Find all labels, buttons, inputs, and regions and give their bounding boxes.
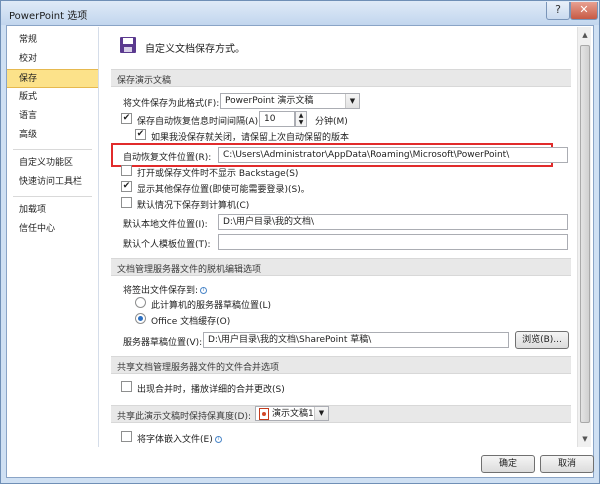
minutes-spinner[interactable]: ▲ ▼ [295,111,307,127]
title-bar: PowerPoint 选项 ? ✕ [1,1,599,25]
save-format-select[interactable]: PowerPoint 演示文稿 ▼ [220,93,360,109]
checkout-label: 将签出文件保存到: i [123,283,208,296]
autorecover-label: 保存自动恢复信息时间间隔(A) [137,117,259,127]
radio-server-drafts[interactable] [135,297,146,308]
options-content: 自定义文档保存方式。 保存演示文稿 将文件保存为此格式(F): PowerPoi… [105,27,577,447]
options-dialog: PowerPoint 选项 ? ✕ 常规 校对 保存 版式 语言 高级 自定义功… [0,0,600,484]
sidebar-item-trust-center[interactable]: 信任中心 [7,220,98,239]
page-title: 自定义文档保存方式。 [145,44,245,55]
sidebar-divider [13,149,92,150]
save-icon [120,37,136,53]
keep-last-version-checkbox[interactable]: ✔ [135,129,146,140]
radio-document-cache-label: Office 文档缓存(O) [151,317,231,327]
show-other-locations-checkbox[interactable]: ✔ [121,181,132,192]
default-local-label: 默认本地文件位置(I): [123,220,208,230]
window-title: PowerPoint 选项 [9,11,88,22]
default-local-input[interactable]: D:\用户目录\我的文档\ [218,214,568,230]
backstage-label: 打开或保存文件时不显示 Backstage(S) [137,169,299,179]
content-scrollbar[interactable]: ▲ ▼ [577,27,591,447]
powerpoint-doc-icon [259,408,269,420]
fidelity-document-select[interactable]: 演示文稿1 ▼ [255,406,329,421]
section-save-presentations: 保存演示文稿 [111,69,571,87]
sidebar-divider [13,196,92,197]
keep-last-version-label: 如果我没保存就关闭，请保留上次自动保留的版本 [151,133,350,143]
embed-fonts-text: 将字体嵌入文件(E) [137,435,213,445]
info-icon: i [214,436,222,443]
server-drafts-input[interactable]: D:\用户目录\我的文档\SharePoint 草稿\ [203,332,509,348]
close-button[interactable]: ✕ [570,2,598,20]
chevron-down-icon: ▼ [314,407,328,420]
options-sidebar: 常规 校对 保存 版式 语言 高级 自定义功能区 快速访问工具栏 加载项 信任中… [7,27,99,447]
default-computer-checkbox[interactable] [121,197,132,208]
section-merge-options: 共享文档管理服务器文件的文件合并选项 [111,356,571,374]
dialog-footer: 确定 取消 [7,451,594,477]
section-offline-editing: 文档管理服务器文件的脱机编辑选项 [111,258,571,276]
sidebar-item-save[interactable]: 保存 [7,69,98,88]
sidebar-item-typography[interactable]: 版式 [7,88,98,107]
sidebar-item-customize-ribbon[interactable]: 自定义功能区 [7,154,98,173]
merge-changes-label: 出现合并时，播放详细的合并更改(S) [137,385,285,395]
merge-changes-checkbox[interactable] [121,381,132,392]
autorecover-location-input[interactable]: C:\Users\Administrator\AppData\Roaming\M… [218,147,568,163]
cancel-button[interactable]: 取消 [540,455,594,473]
sidebar-item-language[interactable]: 语言 [7,107,98,126]
template-location-label: 默认个人模板位置(T): [123,240,211,250]
help-button[interactable]: ? [546,2,570,20]
default-computer-label: 默认情况下保存到计算机(C) [137,201,250,211]
embed-fonts-label: 将字体嵌入文件(E) i [137,432,222,445]
save-format-value: PowerPoint 演示文稿 [225,96,314,106]
section-title: 共享文档管理服务器文件的文件合并选项 [117,363,280,373]
fidelity-document-value: 演示文稿1 [272,409,314,419]
scroll-thumb[interactable] [580,45,590,423]
checkout-label-text: 将签出文件保存到: [123,286,199,296]
browse-button[interactable]: 浏览(B)... [515,331,569,349]
autorecover-minutes-input[interactable]: 10 [259,111,295,127]
autorecover-location-label: 自动恢复文件位置(R): [123,153,212,163]
embed-fonts-checkbox[interactable] [121,431,132,442]
scroll-up-icon[interactable]: ▲ [579,29,591,41]
radio-document-cache[interactable] [135,313,146,324]
autorecover-checkbox[interactable]: ✔ [121,113,132,124]
sidebar-item-add-ins[interactable]: 加载项 [7,201,98,220]
section-title: 共享此演示文稿时保持保真度(D): [117,412,251,422]
radio-server-drafts-label: 此计算机的服务器草稿位置(L) [151,301,272,311]
sidebar-item-advanced[interactable]: 高级 [7,126,98,145]
template-location-input[interactable] [218,234,568,250]
ok-button[interactable]: 确定 [481,455,535,473]
info-icon: i [200,287,208,294]
show-other-locations-label: 显示其他保存位置(即使可能需要登录)(S)。 [137,185,310,195]
minutes-label: 分钟(M) [315,117,348,127]
sidebar-item-quick-access-toolbar[interactable]: 快速访问工具栏 [7,173,98,192]
scroll-down-icon[interactable]: ▼ [579,433,591,445]
save-format-label: 将文件保存为此格式(F): [123,99,220,109]
backstage-checkbox[interactable] [121,165,132,176]
section-title: 保存演示文稿 [117,76,172,86]
server-drafts-label: 服务器草稿位置(V): [123,338,203,348]
chevron-down-icon: ▼ [345,94,359,108]
section-title: 文档管理服务器文件的脱机编辑选项 [117,265,262,275]
sidebar-item-general[interactable]: 常规 [7,31,98,50]
sidebar-item-proofing[interactable]: 校对 [7,50,98,69]
section-fidelity: 共享此演示文稿时保持保真度(D): [111,405,571,423]
